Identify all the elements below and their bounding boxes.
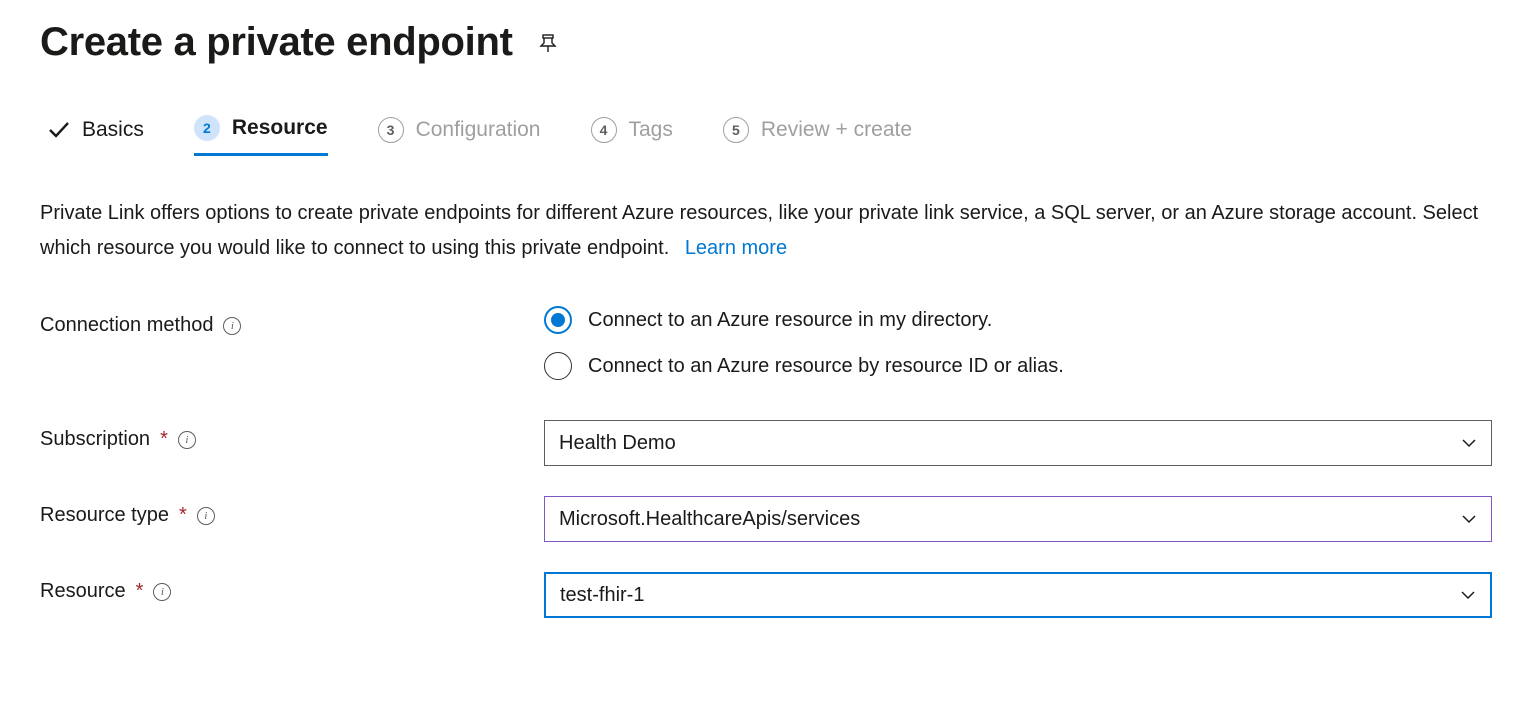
check-icon bbox=[46, 118, 70, 142]
tab-label: Basics bbox=[82, 118, 144, 142]
pin-icon[interactable] bbox=[537, 32, 559, 54]
learn-more-link[interactable]: Learn more bbox=[685, 237, 787, 259]
resource-select[interactable]: test-fhir-1 bbox=[544, 572, 1492, 618]
connection-method-label: Connection method bbox=[40, 314, 213, 337]
radio-indicator bbox=[544, 352, 572, 380]
radio-label: Connect to an Azure resource in my direc… bbox=[588, 309, 992, 332]
required-indicator: * bbox=[179, 504, 187, 527]
tab-resource[interactable]: 2 Resource bbox=[194, 115, 328, 156]
tab-label: Review + create bbox=[761, 118, 912, 142]
section-description: Private Link offers options to create pr… bbox=[40, 196, 1480, 266]
tab-label: Configuration bbox=[416, 118, 541, 142]
subscription-select[interactable]: Health Demo bbox=[544, 420, 1492, 466]
select-value: test-fhir-1 bbox=[560, 584, 644, 607]
radio-connect-directory[interactable]: Connect to an Azure resource in my direc… bbox=[544, 306, 1492, 334]
tab-label: Tags bbox=[629, 118, 673, 142]
tab-basics[interactable]: Basics bbox=[46, 118, 144, 154]
chevron-down-icon bbox=[1461, 435, 1477, 451]
tab-configuration[interactable]: 3 Configuration bbox=[378, 117, 541, 155]
step-number: 2 bbox=[194, 115, 220, 141]
radio-indicator bbox=[544, 306, 572, 334]
info-icon[interactable]: i bbox=[197, 507, 215, 525]
select-value: Health Demo bbox=[559, 432, 676, 455]
resource-type-select[interactable]: Microsoft.HealthcareApis/services bbox=[544, 496, 1492, 542]
step-number: 4 bbox=[591, 117, 617, 143]
tab-label: Resource bbox=[232, 116, 328, 140]
info-icon[interactable]: i bbox=[153, 583, 171, 601]
tab-tags[interactable]: 4 Tags bbox=[591, 117, 673, 155]
step-number: 5 bbox=[723, 117, 749, 143]
tab-review-create[interactable]: 5 Review + create bbox=[723, 117, 912, 155]
radio-label: Connect to an Azure resource by resource… bbox=[588, 355, 1064, 378]
required-indicator: * bbox=[160, 428, 168, 451]
step-number: 3 bbox=[378, 117, 404, 143]
connection-method-radio-group: Connect to an Azure resource in my direc… bbox=[544, 306, 1492, 380]
chevron-down-icon bbox=[1460, 587, 1476, 603]
chevron-down-icon bbox=[1461, 511, 1477, 527]
required-indicator: * bbox=[136, 580, 144, 603]
page-title: Create a private endpoint bbox=[40, 20, 513, 65]
info-icon[interactable]: i bbox=[178, 431, 196, 449]
radio-connect-resource-id[interactable]: Connect to an Azure resource by resource… bbox=[544, 352, 1492, 380]
resource-type-label: Resource type bbox=[40, 504, 169, 527]
resource-label: Resource bbox=[40, 580, 126, 603]
info-icon[interactable]: i bbox=[223, 317, 241, 335]
wizard-tabs: Basics 2 Resource 3 Configuration 4 Tags… bbox=[40, 115, 1492, 156]
subscription-label: Subscription bbox=[40, 428, 150, 451]
select-value: Microsoft.HealthcareApis/services bbox=[559, 508, 860, 531]
